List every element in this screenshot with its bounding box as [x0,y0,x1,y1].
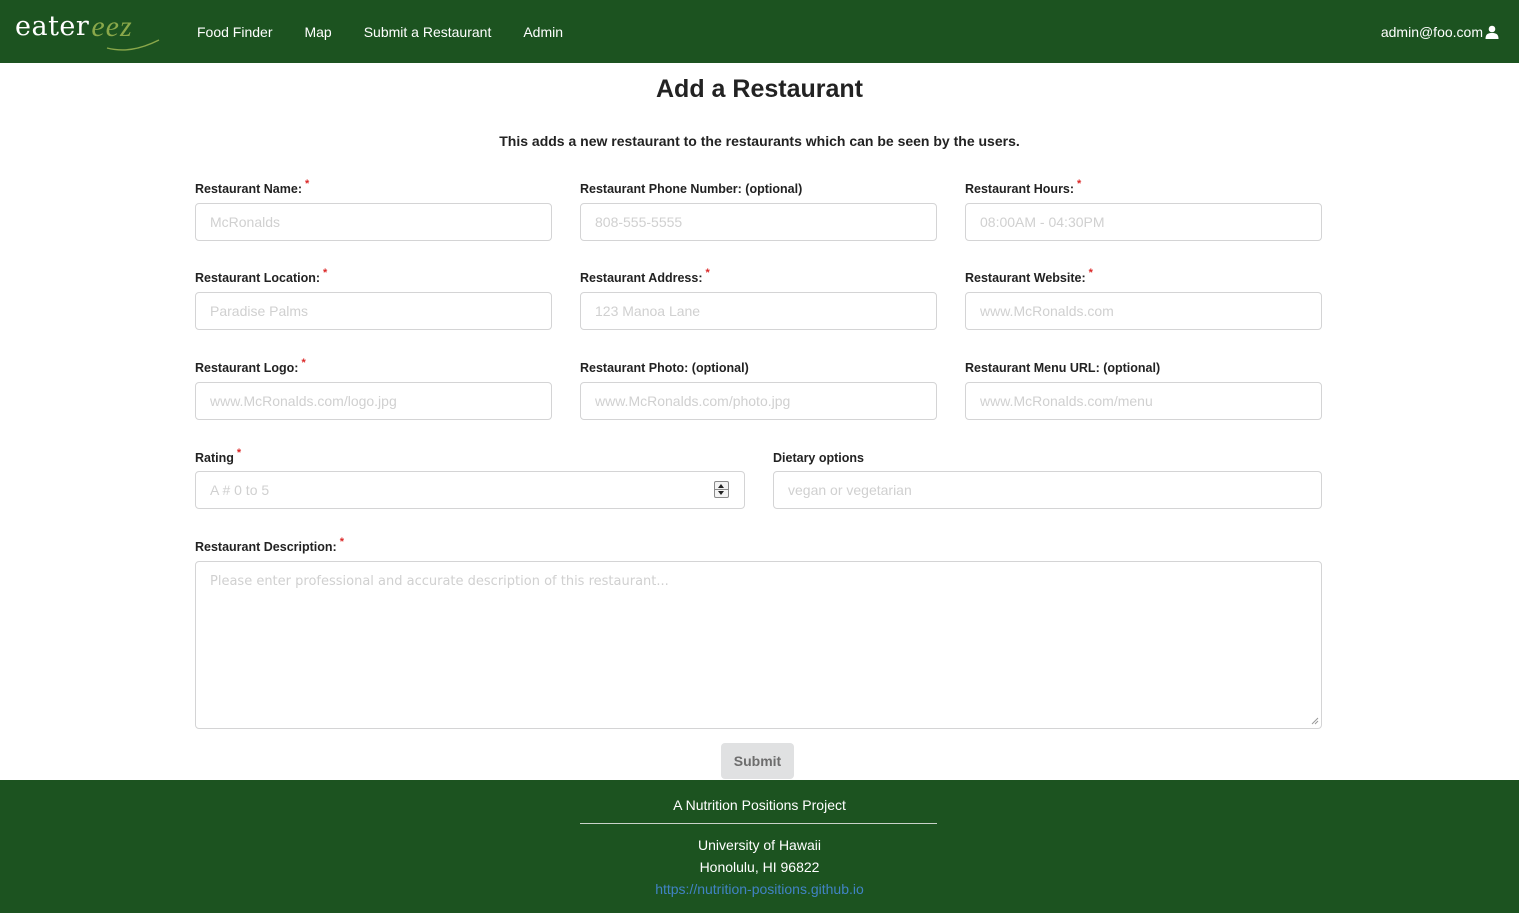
restaurant-hours-input[interactable] [965,203,1322,241]
spinner-up-icon[interactable] [718,484,724,488]
spinner-down-icon[interactable] [718,491,724,495]
page-subtitle: This adds a new restaurant to the restau… [499,133,1020,149]
restaurant-address-input[interactable] [580,292,937,330]
logo-text-eater: eater [15,11,90,42]
restaurant-address-label: Restaurant Address: * [580,267,710,285]
nav-map[interactable]: Map [304,24,331,40]
restaurant-menu-input[interactable] [965,382,1322,420]
logo-swoosh-icon [106,39,160,51]
restaurant-location-input[interactable] [195,292,552,330]
restaurant-photo-label: Restaurant Photo: (optional) [580,361,749,375]
nav-admin[interactable]: Admin [523,24,563,40]
restaurant-phone-label: Restaurant Phone Number: (optional) [580,182,803,196]
required-mark: * [301,357,306,369]
required-mark: * [236,447,242,459]
project-website-link[interactable]: https://nutrition-positions.github.io [655,881,864,897]
user-icon [1485,25,1499,39]
restaurant-logo-label: Restaurant Logo: * [195,357,306,375]
required-mark: * [705,267,710,279]
footer-divider [580,823,937,824]
user-email: admin@foo.com [1380,23,1483,40]
restaurant-phone-input[interactable] [580,203,937,241]
restaurant-name-label: Restaurant Name: * [195,178,310,196]
spinner-divider [715,489,728,490]
required-mark: * [1077,178,1082,190]
nav-food-finder[interactable]: Food Finder [197,24,272,40]
nav-links: Food Finder Map Submit a Restaurant Admi… [197,0,595,63]
footer-heading: A Nutrition Positions Project [673,797,846,813]
restaurant-description-label: Restaurant Description: * [195,536,344,554]
restaurant-photo-input[interactable] [580,382,937,420]
footer-university: University of Hawaii [698,837,821,853]
restaurant-website-input[interactable] [965,292,1322,330]
resize-grip-icon[interactable] [1311,717,1319,725]
dietary-options-label: Dietary options [773,451,864,465]
footer-link-row: https://nutrition-positions.github.io [0,881,1519,897]
restaurant-website-label: Restaurant Website: * [965,267,1093,285]
restaurant-name-input[interactable] [195,203,552,241]
eatereez-logo[interactable]: eater eez [15,10,160,51]
dietary-options-input[interactable] [773,471,1322,509]
rating-spinner[interactable] [714,481,729,498]
restaurant-description-textarea[interactable] [195,561,1322,729]
restaurant-hours-label: Restaurant Hours: * [965,178,1082,196]
restaurant-menu-label: Restaurant Menu URL: (optional) [965,361,1161,375]
user-menu[interactable]: admin@foo.com [1381,0,1499,63]
rating-label: Rating * [195,447,242,465]
restaurant-logo-input[interactable] [195,382,552,420]
required-mark: * [1088,267,1093,279]
required-mark: * [304,178,310,190]
footer: A Nutrition Positions Project University… [0,780,1519,913]
restaurant-location-label: Restaurant Location: * [195,267,328,285]
required-mark: * [339,536,344,548]
required-mark: * [323,267,328,279]
top-navbar: eater eez Food Finder Map Submit a Resta… [0,0,1519,63]
submit-button[interactable]: Submit [721,743,794,779]
footer-address: Honolulu, HI 96822 [699,859,820,875]
page-title: Add a Restaurant [656,75,863,103]
nav-submit-restaurant[interactable]: Submit a Restaurant [364,24,492,40]
rating-number-input[interactable] [195,471,745,509]
